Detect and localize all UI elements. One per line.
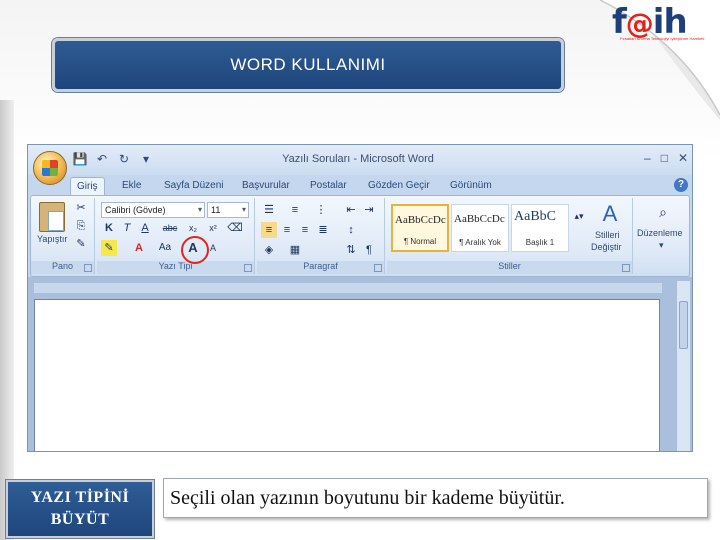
office-button[interactable] xyxy=(33,151,67,185)
group-clipboard: Yapıştır ✂ ⎘ ✎ Pano xyxy=(31,198,95,274)
tab-sayfa-duzeni[interactable]: Sayfa Düzeni xyxy=(158,177,229,195)
group-label-styles: Stiller xyxy=(387,261,632,274)
qat-dropdown-icon[interactable]: ▾ xyxy=(138,151,154,167)
group-paragraph: ☰ ≡ ⋮ ⇤ ⇥ ≡ ≡ ≡ ≣ ↕ ◈ ▦ ⇅ ¶ Paragraf xyxy=(257,198,385,274)
change-styles-icon[interactable]: A xyxy=(595,200,625,228)
ruler xyxy=(34,283,662,293)
style-normal[interactable]: AaBbCcDc ¶ Normal xyxy=(391,204,449,252)
paragraph-launcher-icon[interactable] xyxy=(374,264,382,272)
document-page[interactable] xyxy=(34,299,660,451)
office-logo-icon xyxy=(42,160,58,176)
group-editing: ⌕ Düzenleme ▾ xyxy=(635,198,689,274)
style-no-spacing[interactable]: AaBbCcDc ¶ Aralık Yok xyxy=(451,204,509,252)
align-right-icon[interactable]: ≡ xyxy=(297,222,313,238)
vertical-scrollbar[interactable] xyxy=(676,281,690,451)
tab-gozden-gecir[interactable]: Gözden Geçir xyxy=(362,177,436,195)
feature-description: Seçili olan yazının boyutunu bir kademe … xyxy=(163,478,708,518)
clear-formatting-icon[interactable]: ⌫ xyxy=(227,220,243,236)
group-label-paragraph: Paragraf xyxy=(257,261,384,274)
font-launcher-icon[interactable] xyxy=(244,264,252,272)
strikethrough-icon[interactable]: abc xyxy=(159,220,181,236)
window-title: Yazılı Soruları - Microsoft Word xyxy=(282,153,434,165)
styles-launcher-icon[interactable] xyxy=(622,264,630,272)
window-controls: – □ ✕ xyxy=(644,151,688,165)
change-case-icon[interactable]: Aa xyxy=(157,240,173,256)
bold-icon[interactable]: K xyxy=(101,220,117,236)
feature-caption: YAZI TİPİNİ BÜYÜT xyxy=(6,480,154,538)
scrollbar-thumb[interactable] xyxy=(679,301,688,349)
justify-icon[interactable]: ≣ xyxy=(315,222,331,238)
superscript-icon[interactable]: x² xyxy=(205,220,221,236)
sort-icon[interactable]: ⇅ xyxy=(343,242,359,258)
paste-icon[interactable] xyxy=(39,202,65,232)
group-label-font: Yazı Tipi xyxy=(97,261,254,274)
logo-subtitle: Fırsatları Artırma Teknolojiyi İyileştir… xyxy=(620,36,705,41)
subscript-icon[interactable]: x₂ xyxy=(185,220,201,236)
format-painter-icon[interactable]: ✎ xyxy=(73,236,89,252)
align-left-icon[interactable]: ≡ xyxy=(261,222,277,238)
tab-basvurular[interactable]: Başvurular xyxy=(236,177,296,195)
group-styles: AaBbCcDc ¶ Normal AaBbCcDc ¶ Aralık Yok … xyxy=(387,198,633,274)
show-marks-icon[interactable]: ¶ xyxy=(361,242,377,258)
clipboard-launcher-icon[interactable] xyxy=(84,264,92,272)
numbering-icon[interactable]: ≡ xyxy=(287,202,303,218)
ribbon-tabs: Giriş Ekle Sayfa Düzeni Başvurular Posta… xyxy=(28,175,692,195)
bullets-icon[interactable]: ☰ xyxy=(261,202,277,218)
caption-line-1: YAZI TİPİNİ xyxy=(30,489,130,506)
font-name-select[interactable]: Calibri (Gövde) ▾ xyxy=(101,202,205,218)
paste-button-label[interactable]: Yapıştır xyxy=(37,234,67,244)
help-icon[interactable]: ? xyxy=(674,178,688,192)
align-center-icon[interactable]: ≡ xyxy=(279,222,295,238)
line-spacing-icon[interactable]: ↕ xyxy=(343,222,359,238)
multilevel-list-icon[interactable]: ⋮ xyxy=(313,202,329,218)
window-titlebar: 💾 ↶ ↻ ▾ Yazılı Soruları - Microsoft Word… xyxy=(28,145,692,175)
copy-icon[interactable]: ⎘ xyxy=(73,218,89,234)
change-styles-label-2[interactable]: Değiştir xyxy=(591,242,622,252)
tab-gorunum[interactable]: Görünüm xyxy=(444,177,498,195)
group-font: Calibri (Gövde) ▾ 11 ▾ K T A abc x₂ x² ⌫ ✎… xyxy=(97,198,255,274)
redo-icon[interactable]: ↻ xyxy=(116,151,132,167)
style-heading-1[interactable]: AaBbC Başlık 1 xyxy=(511,204,569,252)
font-size-select[interactable]: 11 ▾ xyxy=(207,202,249,218)
shading-icon[interactable]: ◈ xyxy=(261,242,277,258)
borders-icon[interactable]: ▦ xyxy=(287,242,303,258)
decrease-indent-icon[interactable]: ⇤ xyxy=(343,202,359,218)
tab-postalar[interactable]: Postalar xyxy=(304,177,353,195)
document-area xyxy=(28,277,692,451)
maximize-icon[interactable]: □ xyxy=(661,151,668,165)
minimize-icon[interactable]: – xyxy=(644,151,651,165)
editing-label[interactable]: Düzenleme xyxy=(637,228,683,238)
caption-line-2: BÜYÜT xyxy=(50,511,110,528)
binoculars-icon[interactable]: ⌕ xyxy=(653,204,673,224)
save-icon[interactable]: 💾 xyxy=(72,151,88,167)
quick-access-toolbar: 💾 ↶ ↻ ▾ xyxy=(72,151,154,169)
tab-ekle[interactable]: Ekle xyxy=(116,177,147,195)
undo-icon[interactable]: ↶ xyxy=(94,151,110,167)
tab-giris[interactable]: Giriş xyxy=(70,177,105,195)
slide-title: WORD KULLANIMI xyxy=(52,38,564,92)
increase-indent-icon[interactable]: ⇥ xyxy=(361,202,377,218)
change-styles-label-1[interactable]: Stilleri xyxy=(595,230,620,240)
grow-font-highlight-circle xyxy=(181,236,209,264)
underline-icon[interactable]: A xyxy=(137,220,153,236)
highlight-color-icon[interactable]: ✎ xyxy=(101,240,117,256)
editing-dropdown-icon[interactable]: ▾ xyxy=(659,240,664,251)
styles-scroll-icon[interactable]: ▴▾ xyxy=(571,208,587,224)
cut-icon[interactable]: ✂ xyxy=(73,200,89,216)
ribbon: Yapıştır ✂ ⎘ ✎ Pano Calibri (Gövde) ▾ 11 ▾… xyxy=(30,195,690,277)
italic-icon[interactable]: T xyxy=(119,220,135,236)
font-color-icon[interactable]: A xyxy=(131,240,147,256)
word-window: 💾 ↶ ↻ ▾ Yazılı Soruları - Microsoft Word… xyxy=(27,144,693,452)
close-icon[interactable]: ✕ xyxy=(678,151,688,165)
slide-left-rail xyxy=(0,100,14,540)
